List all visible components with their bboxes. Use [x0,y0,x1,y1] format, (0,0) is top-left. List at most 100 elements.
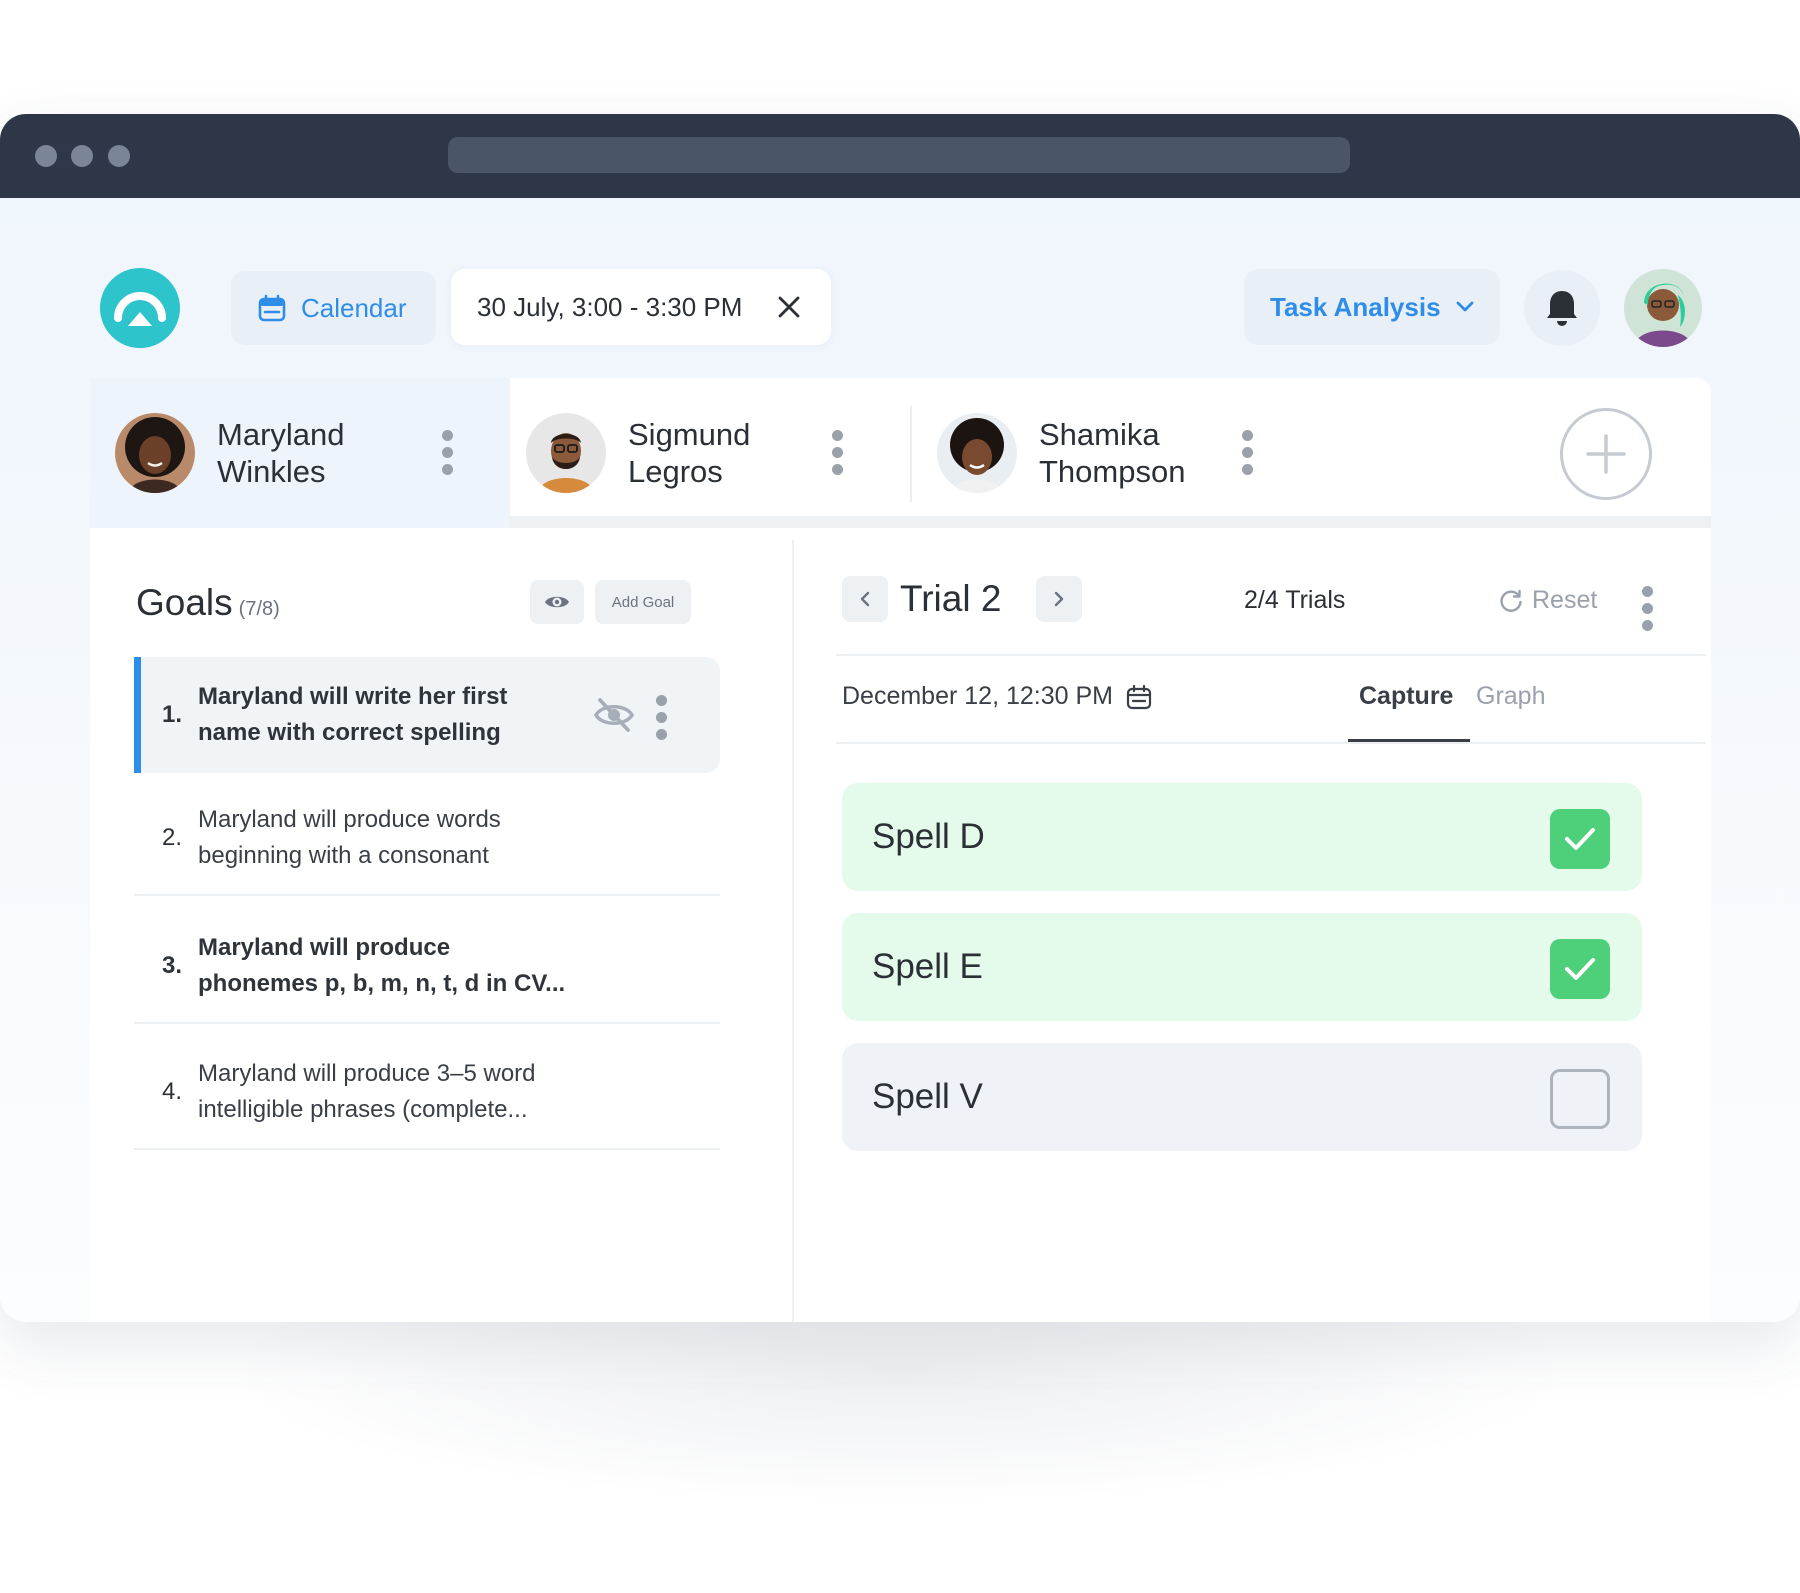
tab-capture[interactable]: Capture [1359,682,1453,711]
calendar-label: Calendar [301,292,407,323]
divider [836,654,1706,656]
kebab-icon[interactable] [1642,586,1654,632]
student-first-name: Shamika [1039,417,1160,452]
student-tab[interactable]: Maryland Winkles [90,378,510,528]
goal-text-line: Maryland will write her first [198,683,508,710]
goal-text-line: Maryland will produce [198,934,451,961]
student-last-name: Legros [628,454,723,489]
trials-count: 2/4 Trials [1244,586,1346,614]
divider [134,894,720,896]
avatar [526,413,606,493]
task-step-label: Spell E [872,947,983,986]
mode-dropdown[interactable]: Task Analysis [1244,269,1500,345]
step-checkbox[interactable] [1550,1069,1610,1129]
student-first-name: Sigmund [628,417,751,452]
trial-title: Trial 2 [900,578,1002,619]
task-step-label: Spell V [872,1077,983,1116]
avatar [115,413,195,493]
goals-title: Goals [136,582,233,623]
goal-text-line: Maryland will produce 3–5 word [198,1060,536,1087]
window-dot [35,145,57,167]
bell-icon [1547,291,1577,326]
goal-text: Maryland will write her first name with … [198,679,618,751]
session-time-chip[interactable]: 30 July, 3:00 - 3:30 PM [451,269,831,345]
goal-item[interactable]: 3. Maryland will produce phonemes p, b, … [134,908,720,1024]
goal-text-line: Maryland will produce words [198,806,501,833]
goal-text-line: phonemes p, b, m, n, t, d in CV... [198,970,566,997]
chevron-right-icon [1054,591,1064,607]
app-logo-icon[interactable] [100,268,180,348]
address-bar[interactable] [448,137,1350,173]
session-date-text: December 12, 12:30 PM [842,682,1113,710]
goal-number: 3. [162,952,183,979]
window-dot [108,145,130,167]
add-student-button[interactable] [1560,408,1652,500]
calendar-button[interactable]: Calendar [231,271,436,345]
main-panel: Maryland Winkles Sigmund Legros Shamika … [90,378,1711,1322]
goals-heading: Goals (7/8) [136,582,280,624]
goal-text: Maryland will produce 3–5 word intelligi… [198,1056,618,1128]
user-avatar[interactable] [1624,269,1702,347]
reset-button[interactable]: Reset [1498,586,1597,615]
close-icon[interactable] [775,293,803,321]
student-tabs: Maryland Winkles Sigmund Legros Shamika … [90,378,1711,528]
goal-number: 2. [162,824,183,851]
next-trial-button[interactable] [1036,576,1082,622]
student-tab[interactable]: Sigmund Legros [510,378,910,528]
previous-trial-button[interactable] [842,576,888,622]
kebab-icon[interactable] [442,430,454,476]
divider [836,742,1706,744]
calendar-icon [1126,684,1152,709]
plus-icon [1586,434,1626,474]
check-icon [1565,828,1595,850]
goal-item[interactable]: 1. Maryland will write her first name wi… [134,657,720,773]
step-checkbox[interactable] [1550,939,1610,999]
goal-item[interactable]: 4. Maryland will produce 3–5 word intell… [134,1034,720,1150]
goal-text: Maryland will produce phonemes p, b, m, … [198,930,618,1002]
goals-panel: Goals (7/8) Add Goal 1. Maryland will wri… [90,540,794,1322]
reset-label: Reset [1532,586,1598,614]
add-goal-button[interactable]: Add Goal [595,580,691,624]
divider [134,1148,720,1150]
goals-count: (7/8) [238,598,280,620]
student-name: Maryland Winkles [217,416,345,490]
notifications-button[interactable] [1524,270,1600,346]
student-name: Sigmund Legros [628,416,750,490]
chevron-down-icon [1456,301,1473,312]
session-time: 30 July, 3:00 - 3:30 PM [477,291,743,322]
task-step[interactable]: Spell V [842,1043,1642,1151]
goal-text-line: intelligible phrases (complete... [198,1096,528,1123]
browser-titlebar [0,114,1800,198]
goal-item[interactable]: 2. Maryland will produce words beginning… [134,780,720,896]
calendar-icon [258,294,286,322]
avatar [937,413,1017,493]
goal-text-line: beginning with a consonant [198,842,489,869]
task-step[interactable]: Spell E [842,913,1642,1021]
window-dot [71,145,93,167]
goal-number: 4. [162,1078,183,1105]
kebab-icon[interactable] [656,695,668,741]
screenshot-stage: Calendar 30 July, 3:00 - 3:30 PM Task An… [0,0,1800,1593]
trial-panel: Trial 2 2/4 Trials Reset December 12, 12… [796,540,1711,1322]
eye-icon [545,596,569,608]
kebab-icon[interactable] [1242,430,1254,476]
chevron-left-icon [860,591,870,607]
student-tab[interactable]: Shamika Thompson [912,378,1312,528]
task-step-label: Spell D [872,817,985,856]
toggle-visibility-button[interactable] [530,580,584,624]
browser-window: Calendar 30 July, 3:00 - 3:30 PM Task An… [0,114,1800,1322]
divider [134,1022,720,1024]
tab-graph[interactable]: Graph [1476,682,1545,711]
task-step[interactable]: Spell D [842,783,1642,891]
session-date[interactable]: December 12, 12:30 PM [842,682,1153,711]
goal-text-line: name with correct spelling [198,719,501,746]
mode-label: Task Analysis [1270,291,1441,322]
check-icon [1565,958,1595,980]
eye-off-icon[interactable] [592,695,636,735]
student-name: Shamika Thompson [1039,416,1185,490]
goal-text: Maryland will produce words beginning wi… [198,802,618,874]
kebab-icon[interactable] [832,430,844,476]
goal-number: 1. [162,701,183,728]
step-checkbox[interactable] [1550,809,1610,869]
student-last-name: Thompson [1039,454,1186,489]
